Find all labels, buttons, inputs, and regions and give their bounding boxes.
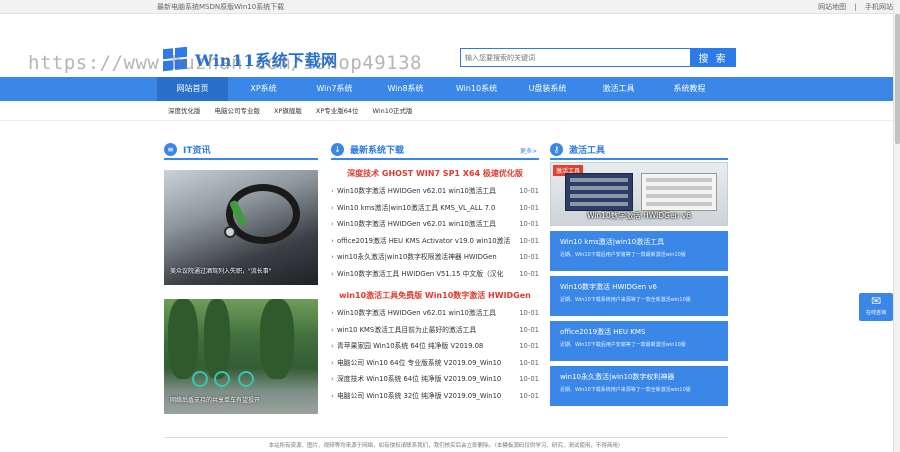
it-news-header: ≡ IT资讯 xyxy=(164,140,318,160)
latest-downloads-title[interactable]: 最新系统下载 xyxy=(350,143,404,156)
photo-caption: 美众议院通过酒驾列入失职，"流长事" xyxy=(170,268,272,275)
list-item[interactable]: office2019激活 HEU KMS Activator v19.0 win… xyxy=(331,233,539,250)
list-item[interactable]: win10 KMS激活工具目前为止最好的激活工具10-01 xyxy=(331,322,539,339)
top-bar: 最新电脑系统MSDN原版Win10系统下载 网站地图 | 手机网站 xyxy=(0,0,900,14)
nav-item-tutorial[interactable]: 系统教程 xyxy=(654,77,725,101)
photo-caption: 网络后盾支持的共享单车有望投开 xyxy=(170,397,261,404)
tree xyxy=(204,299,230,379)
mobile-site-link[interactable]: 手机网站 xyxy=(865,3,893,11)
tool-card-desc: 近期、Win10下载系统用户来源等了一款全新激活win10版 xyxy=(560,387,691,393)
nav-item-usb[interactable]: U盘装系统 xyxy=(512,77,583,101)
it-news-title[interactable]: IT资讯 xyxy=(183,143,211,156)
activation-tools-title[interactable]: 激活工具 xyxy=(569,143,605,156)
main-nav: 网站首页 XP系统 Win7系统 Win8系统 Win10系统 U盘装系统 激活… xyxy=(0,77,893,101)
subnav-item[interactable]: 深度优化版 xyxy=(168,101,201,121)
tool-banner[interactable]: 激活工具 Win10数字激活 HWIDGen v6 xyxy=(550,162,728,226)
bike-wheel xyxy=(214,371,230,387)
wechat-icon: ✉ xyxy=(870,294,882,308)
scrollbar[interactable] xyxy=(893,0,900,452)
tool-card-name: office2019激活 HEU KMS xyxy=(560,328,646,336)
tool-cards: Win10 kms激活|win10激活工具 近期、Win10下载后用户安装等了一… xyxy=(550,231,728,406)
list-item[interactable]: Win10数字激活 HWIDGen v62.01 win10激活工具10-01 xyxy=(331,216,539,233)
tree xyxy=(168,299,198,379)
bike-wheel xyxy=(238,371,254,387)
nav-item-win10[interactable]: Win10系统 xyxy=(441,77,512,101)
nav-item-win8[interactable]: Win8系统 xyxy=(370,77,441,101)
nav-item-win7[interactable]: Win7系统 xyxy=(299,77,370,101)
list-item[interactable]: Win10 kms激活|win10激活工具 KMS_VL_ALL 7.010-0… xyxy=(331,200,539,217)
online-consult-label: 在线咨询 xyxy=(865,310,886,316)
list-item[interactable]: 青苹果家园 Win10系统 64位 纯净版 V2019.0810-01 xyxy=(331,338,539,355)
page: 最新电脑系统MSDN原版Win10系统下载 网站地图 | 手机网站 Win11系… xyxy=(0,0,900,452)
nav-item-activation[interactable]: 激活工具 xyxy=(583,77,654,101)
list-item[interactable]: 深度技术 Win10系统 64位 纯净版 V2019.09_Win1010-01 xyxy=(331,371,539,388)
tool-card[interactable]: win10永久激活|win10数字权利神器 近期、Win10下载系统用户来源等了… xyxy=(550,366,728,406)
more-link[interactable]: 更多> xyxy=(520,146,537,155)
tool-card-name: Win10 kms激活|win10激活工具 xyxy=(560,238,665,246)
tool-card-name: Win10数字激活 HWIDGen v6 xyxy=(560,283,657,291)
news-photo[interactable]: 网络后盾支持的共享单车有望投开 xyxy=(164,299,318,414)
headline-link[interactable]: 深度技术 GHOST WIN7 SP1 X64 极速优化版 xyxy=(331,168,539,179)
subnav-item[interactable]: XP旗舰版 xyxy=(274,101,302,121)
footer: 本站所有资源、图片、视频等均来源于网络，如有侵权请联系我们，我们核实后会立即删除… xyxy=(164,437,728,449)
tool-card[interactable]: Win10数字激活 HWIDGen v6 近期、Win10下载系统用户来源等了一… xyxy=(550,276,728,316)
latest-downloads-header: ↓ 最新系统下载 更多> xyxy=(331,140,539,160)
tool-card-desc: 近期、Win10下载后用户安装等了一款最新激活win10版 xyxy=(560,342,686,348)
list-item[interactable]: Win10数字激活 HWIDGen v62.01 win10激活工具10-01 xyxy=(331,305,539,322)
tool-card-desc: 近期、Win10下载后用户安装等了一款最新激活win10版 xyxy=(560,252,686,258)
subnav-item[interactable]: XP专业版64位 xyxy=(316,101,359,121)
key-icon: ⚷ xyxy=(550,142,563,156)
subnav-item[interactable]: 电脑公司专业版 xyxy=(215,101,261,121)
tool-card[interactable]: Win10 kms激活|win10激活工具 近期、Win10下载后用户安装等了一… xyxy=(550,231,728,271)
subnav-item[interactable]: Win10正式版 xyxy=(373,101,413,121)
sub-nav: 深度优化版 电脑公司专业版 XP旗舰版 XP专业版64位 Win10正式版 xyxy=(0,101,893,121)
list-item[interactable]: 电脑公司 Win10系统 32位 纯净版 V2019.09_Win1010-01 xyxy=(331,388,539,405)
activation-tools-header: ⚷ 激活工具 xyxy=(550,140,728,160)
app-window-screenshot xyxy=(641,173,717,211)
news-photo[interactable]: 美众议院通过酒驾列入失职，"流长事" xyxy=(164,170,318,285)
tree xyxy=(260,299,294,379)
download-list: Win10数字激活 HWIDGen v62.01 win10激活工具10-01 … xyxy=(331,305,539,404)
headline-link[interactable]: win10激活工具免费版 Win10数字激活 HWIDGen xyxy=(331,290,539,301)
download-icon: ↓ xyxy=(331,142,344,156)
divider: | xyxy=(854,3,857,11)
nav-item-home[interactable]: 网站首页 xyxy=(157,77,228,101)
banner-caption: Win10数字激活 HWIDGen v6 xyxy=(587,211,691,220)
sitemap-link[interactable]: 网站地图 xyxy=(818,3,846,11)
it-news-section: ≡ IT资讯 美众议院通过酒驾列入失职，"流长事" 网络后盾支持的共享单车有望投… xyxy=(164,140,318,414)
latest-downloads-section: ↓ 最新系统下载 更多> 深度技术 GHOST WIN7 SP1 X64 极速优… xyxy=(331,140,539,404)
tool-card[interactable]: office2019激活 HEU KMS 近期、Win10下载后用户安装等了一款… xyxy=(550,321,728,361)
activation-tools-section: ⚷ 激活工具 激活工具 Win10数字激活 HWIDGen v6 Win10 k… xyxy=(550,140,728,406)
top-bar-text: 最新电脑系统MSDN原版Win10系统下载 xyxy=(157,3,285,11)
wristwatch xyxy=(224,226,236,238)
download-list: Win10数字激活 HWIDGen v62.01 win10激活工具10-01 … xyxy=(331,183,539,282)
header: Win11系统下载网 搜 索 https://www.huzhan.com/is… xyxy=(0,14,900,76)
search-input[interactable] xyxy=(460,48,690,67)
nav-item-xp[interactable]: XP系统 xyxy=(228,77,299,101)
news-icon: ≡ xyxy=(164,142,177,156)
bike-wheel xyxy=(192,371,208,387)
list-item[interactable]: 电脑公司 Win10 64位 专业版系统 V2019.09_Win1010-01 xyxy=(331,355,539,372)
list-item[interactable]: Win10数字激活 HWIDGen v62.01 win10激活工具10-01 xyxy=(331,183,539,200)
watermark: https://www.huzhan.com/ishop49138 xyxy=(28,52,422,74)
search-box: 搜 索 xyxy=(460,48,736,67)
tool-card-name: win10永久激活|win10数字权利神器 xyxy=(560,373,675,381)
scrollbar-thumb[interactable] xyxy=(895,14,900,144)
list-item[interactable]: win10永久激活|win10数字权限激活神器 HWIDGen10-01 xyxy=(331,249,539,266)
app-window-screenshot xyxy=(565,173,633,211)
list-item[interactable]: Win10数字激活工具 HWIDGen V51.15 中文版（汉化10-01 xyxy=(331,266,539,283)
online-consult-button[interactable]: ✉ 在线咨询 xyxy=(859,293,893,321)
top-bar-links: 网站地图 | 手机网站 xyxy=(812,0,893,14)
tool-card-desc: 近期、Win10下载系统用户来源等了一款全新激活win10版 xyxy=(560,297,691,303)
search-button[interactable]: 搜 索 xyxy=(690,48,736,67)
